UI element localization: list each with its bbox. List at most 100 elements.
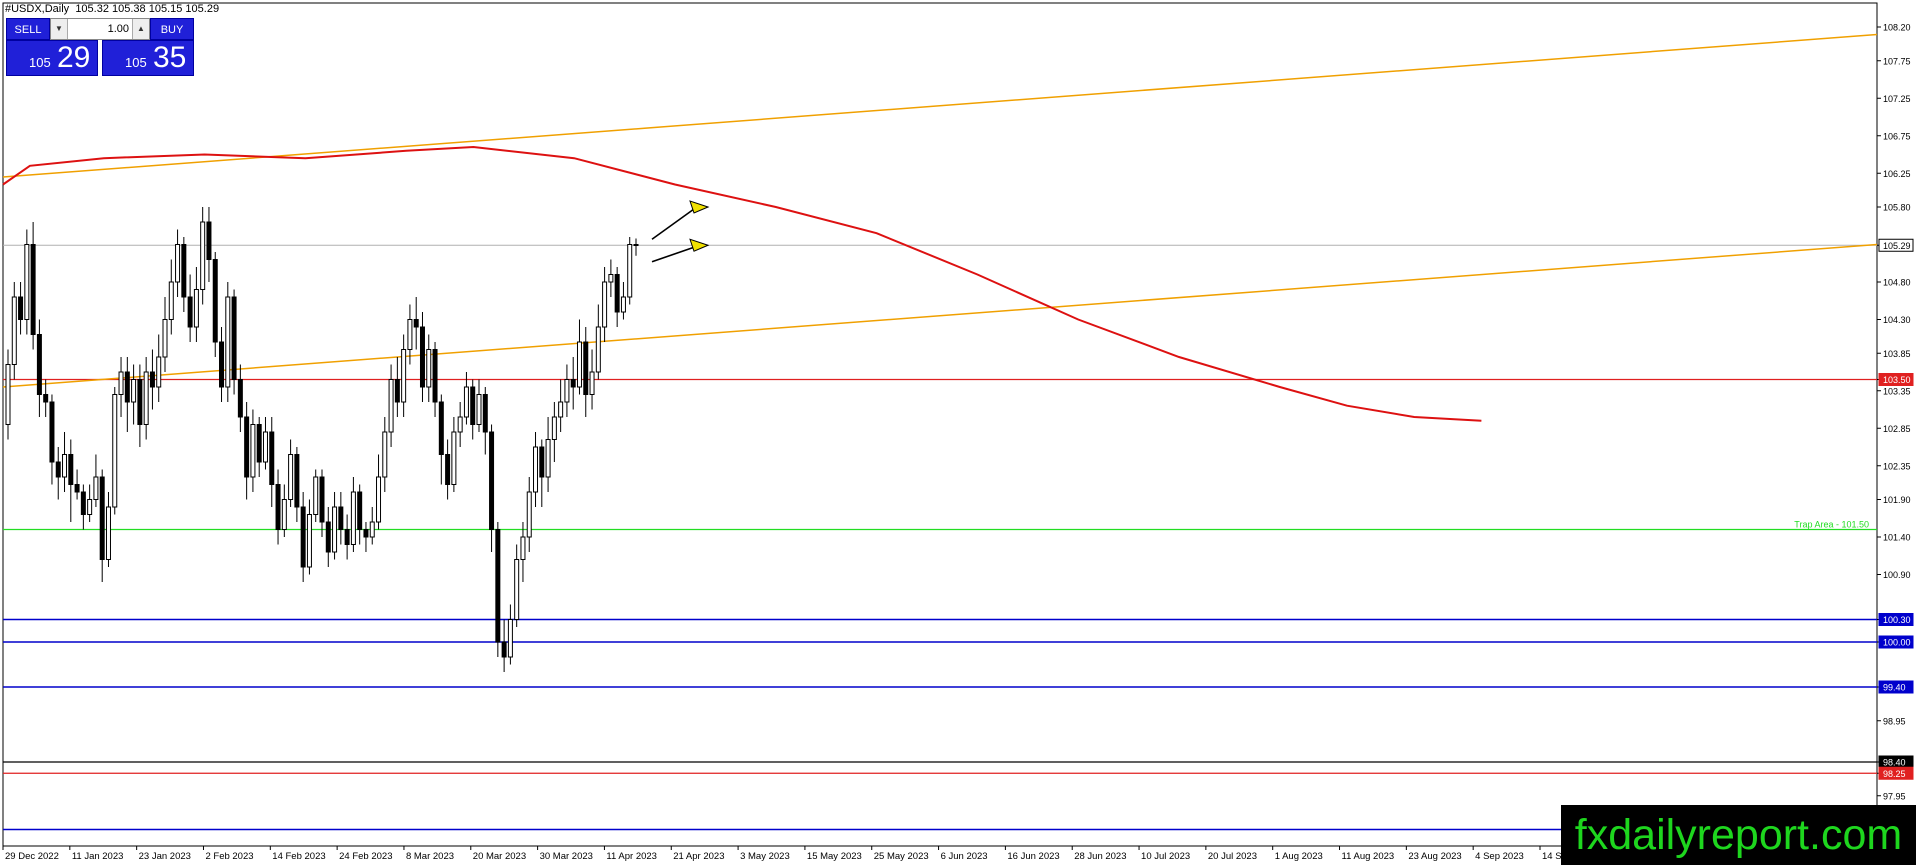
price-tick-label: 103.35 <box>1883 386 1911 396</box>
time-tick-label: 3 May 2023 <box>740 851 790 862</box>
time-tick-label: 21 Apr 2023 <box>673 851 724 862</box>
candle-bullish <box>451 431 457 485</box>
time-axis: 29 Dec 2022 11 Jan 2023 23 Jan 2023 2 Feb 2… <box>2 846 1596 862</box>
time-tick-label: 15 May 2023 <box>807 851 862 862</box>
one-click-trading-panel: SELL ▼ 1.00 ▲ BUY 105 29 105 35 <box>6 18 194 76</box>
candle-bearish <box>470 386 476 425</box>
candle-bearish <box>36 334 42 395</box>
time-tick-label: 11 Apr 2023 <box>606 851 657 862</box>
candle-bullish <box>250 424 256 478</box>
candle-bullish <box>564 379 570 403</box>
lot-size-field[interactable]: ▼ 1.00 ▲ <box>50 18 150 40</box>
sell-price-pips: 29 <box>57 41 91 74</box>
time-tick-label: 23 Aug 2023 <box>1408 851 1461 862</box>
candle-bullish <box>526 491 532 538</box>
candle-bearish <box>633 244 639 246</box>
candle-bullish <box>520 536 526 560</box>
candle-bullish <box>131 379 137 403</box>
buy-price-integer: 105 <box>125 55 147 70</box>
price-tick-label: 102.35 <box>1883 461 1911 471</box>
candle-bullish <box>156 356 162 388</box>
candle-bearish <box>445 454 451 485</box>
price-tick-label: 104.30 <box>1883 315 1911 325</box>
sell-button[interactable]: SELL <box>6 18 50 40</box>
candle-bullish <box>620 296 626 313</box>
candle-bullish <box>589 371 595 395</box>
price-tick-label: 105.29 <box>1883 241 1911 251</box>
buy-price-pips: 35 <box>153 41 187 74</box>
candle-bearish <box>244 416 250 478</box>
candle-bearish <box>149 371 155 388</box>
time-tick-label: 16 Jun 2023 <box>1007 851 1059 862</box>
candle-bullish <box>200 221 206 290</box>
time-tick-label: 20 Jul 2023 <box>1208 851 1257 862</box>
candle-bullish <box>514 559 520 620</box>
candle-bullish <box>168 281 174 320</box>
sell-price-integer: 105 <box>29 55 51 70</box>
candle-bullish <box>426 349 432 388</box>
candle-bullish <box>175 244 181 283</box>
candle-bearish <box>68 454 74 485</box>
candle-bearish <box>419 326 425 388</box>
candle-bearish <box>187 296 193 328</box>
candle-bullish <box>627 244 633 298</box>
price-tick-label: 100.30 <box>1883 615 1911 625</box>
candle-bearish <box>325 521 331 553</box>
candle-bearish <box>99 476 105 560</box>
time-tick-label: 20 Mar 2023 <box>473 851 526 862</box>
candle-bullish <box>24 244 30 320</box>
candle-bearish <box>394 379 400 403</box>
candle-bullish <box>382 431 388 478</box>
candle-bullish <box>193 289 199 328</box>
buy-price-button[interactable]: 105 35 <box>102 40 194 76</box>
price-tick-label: 100.90 <box>1883 570 1911 580</box>
lot-size-value[interactable]: 1.00 <box>67 19 133 39</box>
ohlc-values: 105.32 105.38 105.15 105.29 <box>75 3 220 15</box>
price-tick-label: 98.25 <box>1883 769 1906 779</box>
time-tick-label: 14 Feb 2023 <box>272 851 325 862</box>
chevron-up-icon[interactable]: ▲ <box>132 19 149 39</box>
candle-bullish <box>476 394 482 425</box>
candle-bullish <box>388 379 394 433</box>
price-tick-label: 102.85 <box>1883 424 1911 434</box>
candle-bearish <box>74 484 80 493</box>
chevron-down-icon[interactable]: ▼ <box>51 19 68 39</box>
candle-bearish <box>363 529 369 538</box>
candle-bullish <box>576 341 582 388</box>
price-tick-label: 103.50 <box>1883 375 1911 385</box>
candle-bullish <box>112 394 118 508</box>
candle-bullish <box>545 439 551 478</box>
chart-header: #USDX,Daily 105.32 105.38 105.15 105.29 <box>5 3 219 15</box>
time-tick-label: 10 Jul 2023 <box>1141 851 1190 862</box>
candle-bullish <box>332 506 338 553</box>
candle-bullish <box>118 371 124 395</box>
price-tick-label: 100.00 <box>1883 638 1911 648</box>
candle-bearish <box>237 379 243 418</box>
candle-bearish <box>206 221 212 260</box>
price-axis: 108.20 107.75 107.25 106.75 106.25 105.80 105.… <box>1877 23 1914 836</box>
candle-bullish <box>262 431 268 463</box>
plot-border <box>2 2 1878 847</box>
candle-bullish <box>369 521 375 538</box>
buy-button[interactable]: BUY <box>150 18 194 40</box>
candle-bearish <box>80 491 86 515</box>
time-tick-label: 29 Dec 2022 <box>5 851 59 862</box>
sell-price-button[interactable]: 105 29 <box>6 40 98 76</box>
price-chart[interactable]: Trap Area - 101.50 108.20 107.75 107.25 106… <box>0 0 1916 865</box>
candle-bullish <box>93 476 99 500</box>
price-tick-label: 107.25 <box>1883 94 1911 104</box>
time-tick-label: 11 Aug 2023 <box>1342 851 1395 862</box>
price-tick-label: 101.90 <box>1883 495 1911 505</box>
time-tick-label: 8 Mar 2023 <box>406 851 454 862</box>
candle-bearish <box>357 491 363 530</box>
time-tick-label: 30 Mar 2023 <box>540 851 593 862</box>
price-tick-label: 108.20 <box>1883 23 1911 33</box>
candle-bullish <box>407 319 413 350</box>
candle-bearish <box>300 506 306 568</box>
candle-bullish <box>507 619 513 658</box>
candle-bullish <box>288 454 294 500</box>
candle-bearish <box>319 476 325 523</box>
candle-bullish <box>595 326 601 373</box>
candle-bearish <box>49 401 55 463</box>
candle-bearish <box>219 341 225 388</box>
